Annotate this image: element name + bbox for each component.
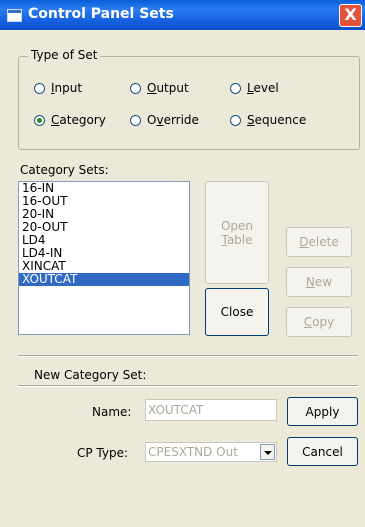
window-title: Control Panel Sets	[28, 6, 174, 22]
radio-category-label: Category	[51, 113, 106, 127]
name-field[interactable]: XOUTCAT	[145, 399, 277, 421]
delete-button[interactable]: Delete	[286, 227, 352, 257]
radio-sequence-indicator[interactable]	[230, 114, 241, 126]
radio-output[interactable]: Output	[130, 81, 189, 95]
radio-output-label: Output	[147, 81, 189, 95]
type-of-set-group	[18, 56, 360, 150]
divider-top	[18, 355, 358, 357]
new-button[interactable]: New	[286, 267, 352, 297]
category-sets-list[interactable]: 16-IN 16-OUT 20-IN 20-OUT LD4 LD4-IN XIN…	[18, 181, 190, 335]
radio-category[interactable]: Category	[34, 113, 106, 127]
radio-category-indicator[interactable]	[34, 114, 45, 126]
chevron-down-icon[interactable]	[260, 444, 275, 460]
radio-input-indicator[interactable]	[34, 82, 45, 94]
radio-override-indicator[interactable]	[130, 114, 141, 126]
radio-sequence[interactable]: Sequence	[230, 113, 306, 127]
close-window-button[interactable]: X	[339, 4, 362, 27]
close-button[interactable]: Close	[205, 288, 269, 336]
radio-override[interactable]: Override	[130, 113, 199, 127]
apply-button[interactable]: Apply	[287, 397, 358, 426]
type-of-set-legend: Type of Set	[28, 48, 101, 62]
cancel-button[interactable]: Cancel	[287, 437, 358, 466]
title-bar: Control Panel Sets X	[0, 0, 365, 30]
copy-button[interactable]: Copy	[286, 307, 352, 337]
radio-output-indicator[interactable]	[130, 82, 141, 94]
cp-type-value: CPESXTND Out	[148, 445, 238, 459]
radio-level-label: Level	[247, 81, 279, 95]
cp-type-label: CP Type:	[77, 446, 129, 460]
category-sets-label: Category Sets:	[20, 163, 109, 177]
name-label: Name:	[92, 405, 132, 419]
cp-type-select[interactable]: CPESXTND Out	[145, 442, 277, 462]
radio-sequence-label: Sequence	[247, 113, 307, 127]
radio-level[interactable]: Level	[230, 81, 279, 95]
list-item-selected[interactable]: XOUTCAT	[19, 273, 189, 286]
radio-level-indicator[interactable]	[230, 82, 241, 94]
window-icon	[7, 9, 22, 22]
radio-input[interactable]: Input	[34, 81, 82, 95]
divider-bottom	[18, 385, 358, 387]
open-table-button[interactable]: Open Table	[205, 181, 269, 284]
radio-override-label: Override	[147, 113, 199, 127]
new-category-set-heading: New Category Set:	[34, 368, 147, 382]
radio-input-label: Input	[51, 81, 83, 95]
